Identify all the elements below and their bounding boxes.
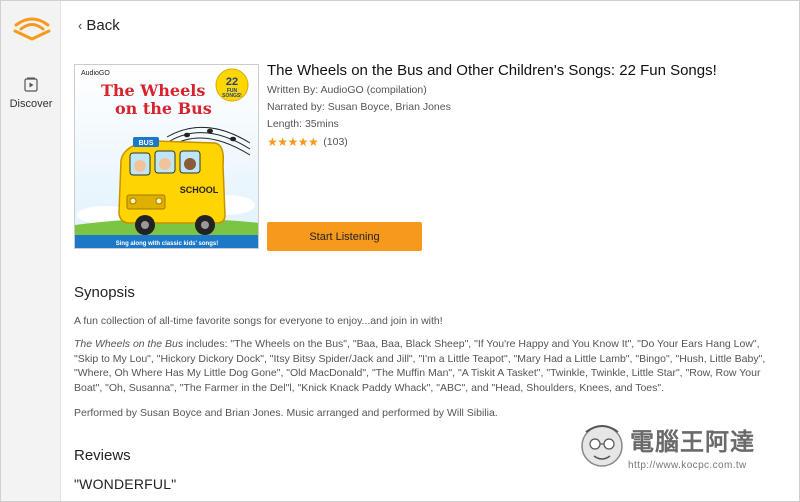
back-label: Back — [86, 16, 120, 34]
cover-tagline: Sing along with classic kids' songs! — [116, 241, 218, 247]
synopsis-italic-title: The Wheels on the Bus — [74, 338, 184, 350]
book-details: The Wheels on the Bus and Other Children… — [267, 61, 767, 149]
book-author: Written By: AudioGO (compilation) — [267, 84, 427, 96]
cover-title-line1: The Wheels — [101, 81, 205, 100]
sidebar-item-label: Discover — [9, 98, 53, 110]
book-title: The Wheels on the Bus and Other Children… — [267, 62, 717, 79]
sidebar-item-discover[interactable]: Discover — [1, 75, 61, 119]
audible-logo-icon[interactable] — [13, 11, 51, 41]
cover-bus-label: BUS — [139, 140, 154, 147]
rating: ★★★★★ (103) — [267, 135, 767, 149]
start-listening-button[interactable]: Start Listening — [267, 222, 422, 251]
watermark-url: http://www.kocpc.com.tw — [628, 460, 747, 471]
book-length: Length: 35mins — [267, 118, 339, 130]
cover-school-label: SCHOOL — [180, 185, 219, 195]
cover-artwork: Sing along with classic kids' songs! Aud… — [75, 65, 258, 248]
book-cover: Sing along with classic kids' songs! Aud… — [74, 64, 259, 249]
rating-stars-icon: ★★★★★ — [267, 135, 319, 149]
cover-title-line2: on the Bus — [115, 99, 212, 118]
chevron-left-icon: ‹ — [78, 17, 83, 33]
cover-badge-number: 22 — [226, 76, 238, 88]
reviews-heading: Reviews — [74, 447, 131, 464]
cover-publisher: AudioGO — [81, 70, 110, 77]
synopsis-heading: Synopsis — [74, 284, 135, 301]
sidebar: Discover — [1, 1, 61, 501]
discover-icon — [24, 77, 38, 92]
book-narrator: Narrated by: Susan Boyce, Brian Jones — [267, 101, 451, 113]
watermark-text: 電腦王阿達 — [630, 428, 755, 456]
cover-badge-text2: SONGS! — [222, 93, 242, 99]
synopsis-paragraph-2: The Wheels on the Bus includes: "The Whe… — [74, 337, 774, 395]
back-button[interactable]: ‹ Back — [78, 14, 120, 36]
synopsis-paragraph-1: A fun collection of all-time favorite so… — [74, 315, 443, 327]
review-title: "WONDERFUL" — [74, 476, 177, 492]
rating-count: (103) — [323, 136, 348, 148]
